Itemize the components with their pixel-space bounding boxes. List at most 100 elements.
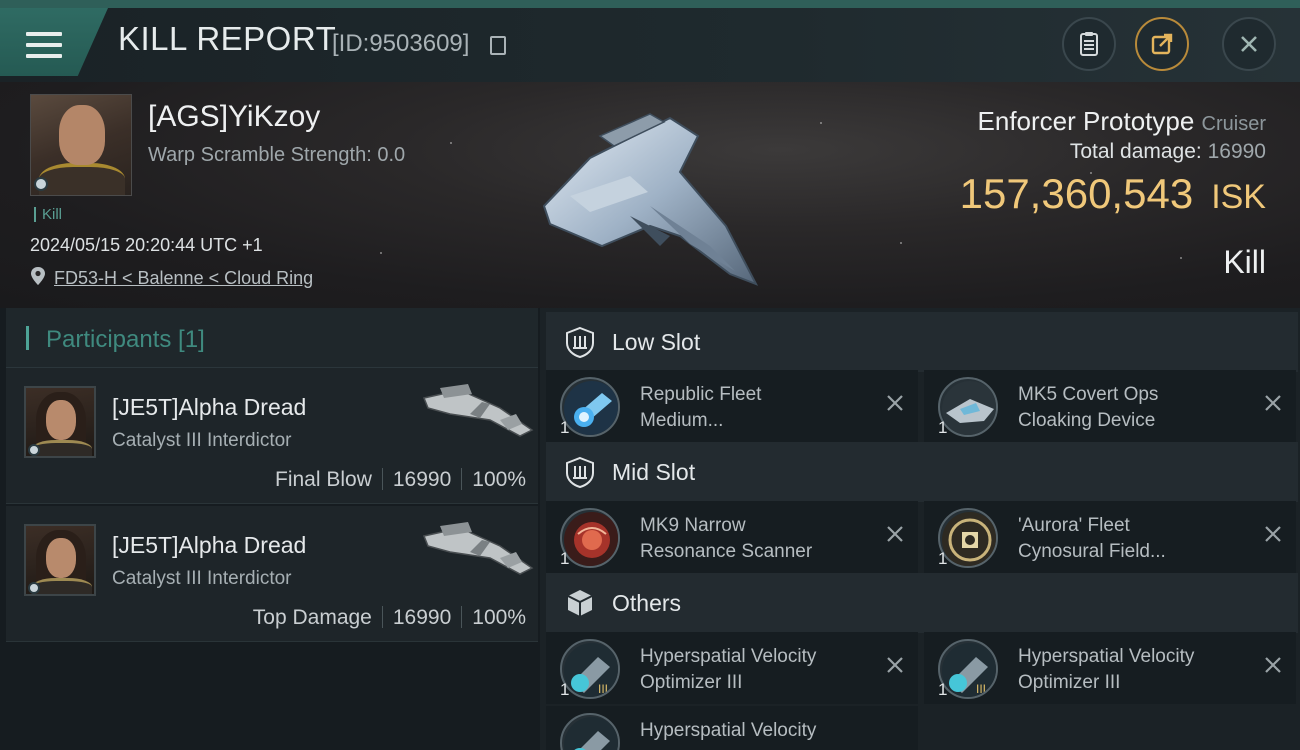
victim-portrait[interactable] — [30, 94, 132, 196]
participant-ship: Catalyst III Interdictor — [112, 430, 292, 451]
clipboard-button[interactable] — [1062, 17, 1116, 71]
total-damage: Total damage: 16990 — [1070, 140, 1266, 164]
participant-stats: Top Damage 16990 100% — [253, 606, 526, 630]
participant-name[interactable]: [JE5T]Alpha Dread — [112, 532, 306, 559]
item-name: Hyperspatial Velocity Optimizer III — [1018, 644, 1268, 696]
item-quantity: 1 — [560, 680, 570, 699]
item-name: Republic Fleet Medium... — [640, 382, 890, 434]
participant-ship: Catalyst III Interdictor — [112, 568, 292, 589]
mid-slot-header: Mid Slot — [546, 442, 1298, 502]
item-name-line1: Hyperspatial Velocity — [640, 646, 817, 667]
participants-header: Participants [1] — [6, 308, 538, 368]
location-pin-icon — [31, 267, 45, 285]
victim-ship-image — [542, 113, 759, 286]
page-title: KILL REPORT — [118, 20, 337, 57]
isk-value: 157,360,543 ISK — [960, 170, 1266, 218]
victim-ship-name[interactable]: Enforcer Prototype Cruiser — [978, 106, 1266, 137]
ship-name-text: Enforcer Prototype — [977, 106, 1195, 136]
participant-name[interactable]: [JE5T]Alpha Dread — [112, 394, 306, 421]
report-id: [ID:9503609] — [332, 30, 470, 57]
kill-result: Kill — [1223, 244, 1266, 280]
participants-title: Participants [1] — [46, 326, 205, 353]
mid-slot-title: Mid Slot — [612, 459, 696, 485]
item-name-line1: MK5 Covert Ops — [1018, 384, 1159, 405]
close-button[interactable] — [1222, 17, 1276, 71]
item-name: Hyperspatial Velocity — [640, 718, 890, 744]
corp-badge-icon — [34, 177, 48, 191]
module-icon — [560, 713, 620, 750]
ship-class-text: Cruiser — [1201, 113, 1266, 135]
participant-damage: 16990 — [392, 606, 452, 629]
participant-row[interactable]: [JE5T]Alpha Dread Catalyst III Interdict… — [6, 368, 538, 504]
item-name-line2: Medium... — [640, 410, 724, 431]
cube-icon — [567, 590, 593, 616]
item-quantity: 1 — [938, 680, 948, 699]
destroyed-x-icon — [887, 395, 903, 411]
destroyed-x-icon — [887, 526, 903, 542]
participant-ship-icon — [422, 384, 534, 437]
share-button[interactable] — [1135, 17, 1189, 71]
participant-percent: 100% — [472, 606, 526, 629]
top-accent-line — [0, 0, 1300, 8]
corp-badge-icon — [28, 444, 40, 456]
clipboard-icon — [1080, 32, 1098, 56]
participant-avatar[interactable] — [24, 524, 96, 596]
isk-amount: 157,360,543 — [959, 170, 1194, 217]
svg-text:III: III — [598, 682, 608, 696]
participant-damage: 16990 — [392, 468, 452, 491]
item-name: MK9 Narrow Resonance Scanner — [640, 513, 890, 565]
fitting-item[interactable]: Hyperspatial Velocity — [546, 706, 918, 750]
fitting-item[interactable]: 1 MK5 Covert Ops Cloaking Device — [924, 370, 1296, 442]
destroyed-x-icon — [1265, 657, 1281, 673]
participant-role: Final Blow — [275, 468, 372, 491]
item-name-line1: Hyperspatial Velocity — [640, 720, 817, 741]
item-name: MK5 Covert Ops Cloaking Device — [1018, 382, 1268, 434]
mid-slot-icon — [566, 456, 594, 488]
isk-unit: ISK — [1211, 178, 1266, 216]
destroyed-x-icon — [1265, 395, 1281, 411]
participant-ship-icon — [422, 522, 534, 575]
total-damage-value: 16990 — [1207, 140, 1266, 163]
participant-row[interactable]: [JE5T]Alpha Dread Catalyst III Interdict… — [6, 506, 538, 642]
fittings-panel: Low Slot 1 Republic Fleet Medium... 1 MK… — [540, 308, 1300, 750]
participants-panel: Participants [1] [JE5T]Alpha Dread Catal… — [0, 308, 540, 750]
item-name-line1: Hyperspatial Velocity — [1018, 646, 1195, 667]
copy-icon[interactable] — [490, 36, 506, 55]
total-damage-label: Total damage: — [1069, 140, 1202, 163]
participant-stats: Final Blow 16990 100% — [275, 468, 526, 492]
svg-text:III: III — [976, 682, 986, 696]
close-icon — [1241, 36, 1257, 52]
item-name-line1: MK9 Narrow — [640, 515, 746, 536]
kill-location-link[interactable]: FD53-H < Balenne < Cloud Ring — [54, 268, 313, 289]
item-quantity: 1 — [560, 549, 570, 568]
item-name-line2: Resonance Scanner — [640, 541, 813, 562]
fitting-item[interactable]: III 1 Hyperspatial Velocity Optimizer II… — [546, 632, 918, 704]
destroyed-x-icon — [887, 657, 903, 673]
kill-datetime: 2024/05/15 20:20:44 UTC +1 — [30, 235, 263, 255]
item-name-line2: Cloaking Device — [1018, 410, 1156, 431]
low-slot-header: Low Slot — [546, 312, 1298, 372]
destroyed-x-icon — [1265, 526, 1281, 542]
item-quantity: 1 — [560, 418, 570, 437]
kill-tag: Kill — [34, 207, 62, 222]
participant-avatar[interactable] — [24, 386, 96, 458]
fitting-item[interactable]: 1 MK9 Narrow Resonance Scanner — [546, 501, 918, 573]
share-icon — [1151, 33, 1173, 55]
fitting-item[interactable]: 1 Republic Fleet Medium... — [546, 370, 918, 442]
item-name-line2: Cynosural Field... — [1018, 541, 1166, 562]
warp-scramble-strength: Warp Scramble Strength: 0.0 — [148, 144, 406, 166]
menu-icon — [26, 32, 62, 62]
item-quantity: 1 — [938, 549, 948, 568]
victim-pilot-name[interactable]: [AGS]YiKzoy — [148, 100, 320, 134]
item-name: Hyperspatial Velocity Optimizer III — [640, 644, 890, 696]
participant-percent: 100% — [472, 468, 526, 491]
others-title: Others — [612, 590, 682, 616]
item-name-line2: Optimizer III — [1018, 672, 1121, 693]
item-name-line1: Republic Fleet — [640, 384, 762, 405]
low-slot-icon — [566, 326, 594, 358]
item-name-line1: 'Aurora' Fleet — [1018, 515, 1130, 536]
participant-role: Top Damage — [252, 606, 372, 629]
item-name-line2: Optimizer III — [640, 672, 743, 693]
fitting-item[interactable]: 1 'Aurora' Fleet Cynosural Field... — [924, 501, 1296, 573]
fitting-item[interactable]: III 1 Hyperspatial Velocity Optimizer II… — [924, 632, 1296, 704]
